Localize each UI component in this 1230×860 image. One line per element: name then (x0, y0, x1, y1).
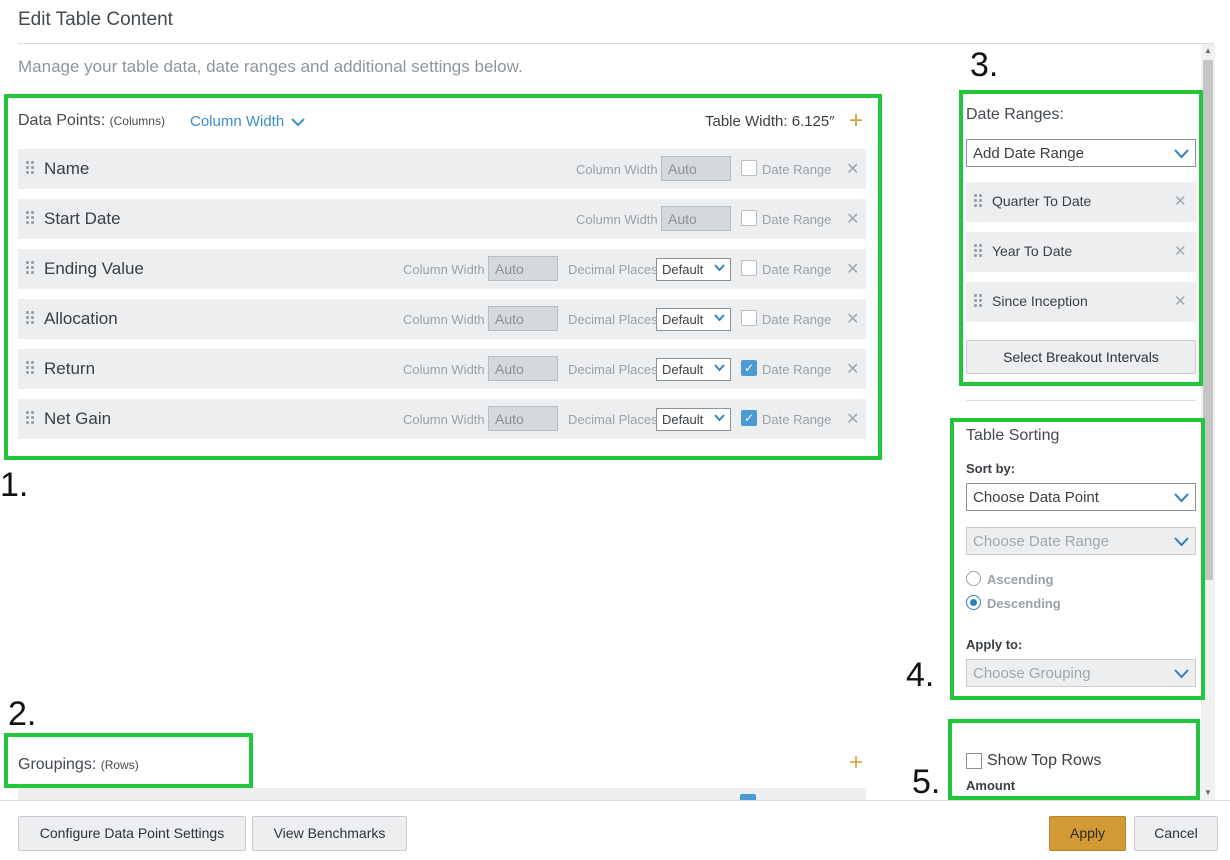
dialog-subtitle: Manage your table data, date ranges and … (18, 57, 523, 76)
title-divider (18, 43, 1214, 44)
highlight-box-2 (4, 733, 253, 788)
cancel-button[interactable]: Cancel (1134, 816, 1218, 851)
highlight-box-1 (4, 94, 882, 460)
annotation-number-2: 2. (8, 695, 37, 733)
section-divider (966, 400, 1196, 401)
add-grouping-plus-icon[interactable]: + (849, 751, 863, 775)
scroll-down-arrow-icon[interactable]: ▼ (1201, 786, 1215, 800)
dialog-title: Edit Table Content (18, 9, 173, 30)
annotation-number-3: 3. (970, 46, 999, 84)
view-benchmarks-button[interactable]: View Benchmarks (252, 816, 407, 851)
annotation-number-4: 4. (906, 656, 935, 694)
apply-button[interactable]: Apply (1049, 816, 1126, 851)
configure-data-point-settings-button[interactable]: Configure Data Point Settings (18, 816, 246, 851)
scroll-up-arrow-icon[interactable]: ▲ (1201, 44, 1215, 58)
grouping-row-partial[interactable] (18, 788, 866, 800)
footer-divider (0, 800, 1230, 801)
annotation-number-5: 5. (912, 763, 941, 801)
highlight-box-5 (948, 719, 1200, 800)
highlight-box-4 (950, 418, 1205, 700)
highlight-box-3 (959, 90, 1203, 386)
annotation-number-1: 1. (0, 466, 29, 504)
